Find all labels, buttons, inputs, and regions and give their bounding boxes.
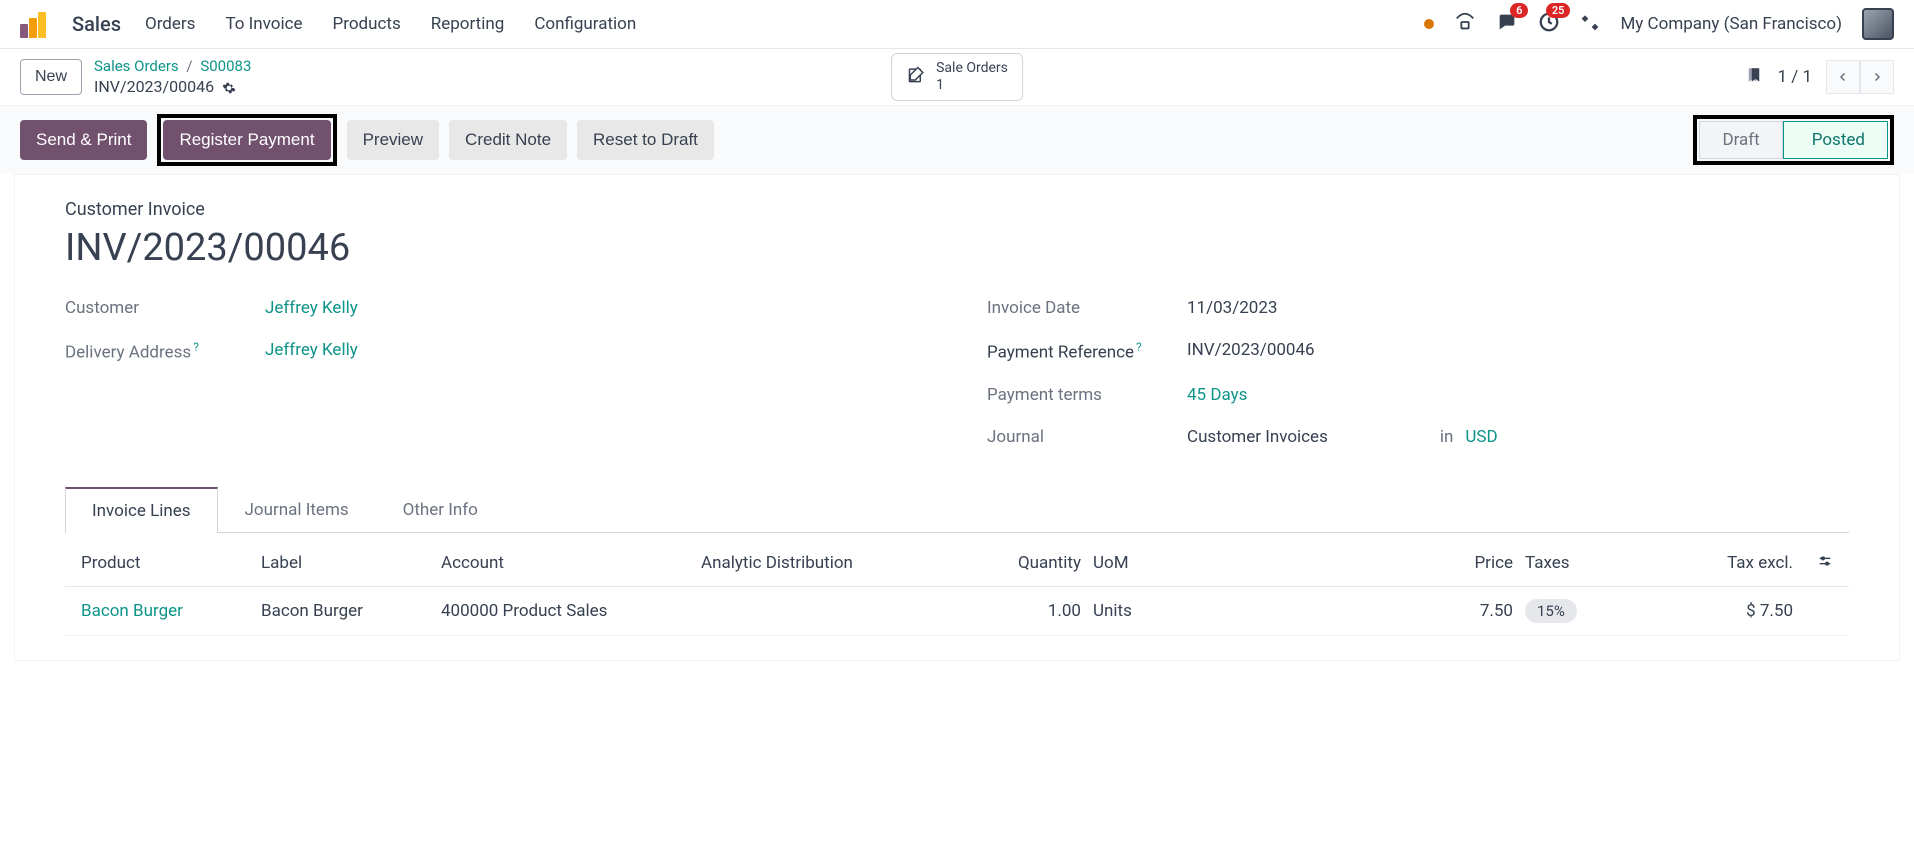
doc-title: INV/2023/00046 <box>65 226 1849 270</box>
phone-icon[interactable] <box>1454 11 1476 37</box>
breadcrumb-sep: / <box>186 57 192 75</box>
edit-icon <box>906 65 926 89</box>
messages-badge: 6 <box>1510 3 1528 18</box>
tab-other-info[interactable]: Other Info <box>376 487 505 533</box>
invoice-date-value[interactable]: 11/03/2023 <box>1187 298 1277 318</box>
payment-terms-label: Payment terms <box>987 385 1187 405</box>
messages-icon[interactable]: 6 <box>1496 11 1518 37</box>
breadcrumb: Sales Orders / S00083 INV/2023/00046 <box>94 57 251 97</box>
table-header: Product Label Account Analytic Distribut… <box>65 541 1849 587</box>
delivery-value[interactable]: Jeffrey Kelly <box>265 340 358 363</box>
cell-product[interactable]: Bacon Burger <box>81 601 261 621</box>
th-product[interactable]: Product <box>81 553 261 574</box>
breadcrumb-order[interactable]: S00083 <box>200 57 251 75</box>
invoice-date-label: Invoice Date <box>987 298 1187 318</box>
action-bar: Send & Print Register Payment Preview Cr… <box>0 105 1914 174</box>
invoice-lines-table: Product Label Account Analytic Distribut… <box>65 541 1849 636</box>
tab-journal-items[interactable]: Journal Items <box>218 487 376 533</box>
menu-reporting[interactable]: Reporting <box>431 14 505 34</box>
register-payment-button[interactable]: Register Payment <box>163 120 330 160</box>
th-quantity[interactable]: Quantity <box>961 553 1081 574</box>
cell-uom[interactable]: Units <box>1081 601 1201 621</box>
send-print-button[interactable]: Send & Print <box>20 120 147 160</box>
journal-value[interactable]: Customer Invoices <box>1187 427 1328 447</box>
status-posted[interactable]: Posted <box>1783 121 1888 159</box>
th-account[interactable]: Account <box>441 553 701 574</box>
form-content: Customer Invoice INV/2023/00046 Customer… <box>14 174 1900 661</box>
columns-settings-icon[interactable] <box>1793 553 1833 574</box>
cell-label[interactable]: Bacon Burger <box>261 601 441 621</box>
info-col-left: Customer Jeffrey Kelly Delivery Address?… <box>65 298 927 447</box>
pager-text[interactable]: 1 / 1 <box>1777 67 1812 87</box>
breadcrumb-root[interactable]: Sales Orders <box>94 57 179 75</box>
tabs: Invoice Lines Journal Items Other Info <box>65 487 1849 533</box>
app-name[interactable]: Sales <box>72 12 121 36</box>
company-selector[interactable]: My Company (San Francisco) <box>1620 14 1842 34</box>
cell-quantity[interactable]: 1.00 <box>961 601 1081 621</box>
status-dot-icon[interactable] <box>1424 19 1434 29</box>
cell-taxes[interactable]: 15% <box>1513 601 1613 621</box>
credit-note-button[interactable]: Credit Note <box>449 120 567 160</box>
customer-value[interactable]: Jeffrey Kelly <box>265 298 358 318</box>
menu-products[interactable]: Products <box>333 14 401 34</box>
sale-orders-smart-button[interactable]: Sale Orders 1 <box>891 53 1023 101</box>
delivery-label: Delivery Address? <box>65 340 265 363</box>
preview-button[interactable]: Preview <box>347 120 439 160</box>
top-nav: Sales Orders To Invoice Products Reporti… <box>0 0 1914 49</box>
journal-label: Journal <box>987 427 1187 447</box>
pager-next-button[interactable] <box>1860 60 1894 94</box>
menu-to-invoice[interactable]: To Invoice <box>225 14 302 34</box>
help-icon[interactable]: ? <box>193 340 199 354</box>
reset-draft-button[interactable]: Reset to Draft <box>577 120 714 160</box>
info-col-right: Invoice Date 11/03/2023 Payment Referenc… <box>987 298 1849 447</box>
menu-configuration[interactable]: Configuration <box>534 14 636 34</box>
customer-label: Customer <box>65 298 265 318</box>
payment-ref-label-text: Payment Reference <box>987 343 1134 363</box>
table-row[interactable]: Bacon Burger Bacon Burger 400000 Product… <box>65 587 1849 636</box>
help-icon[interactable]: ? <box>1136 340 1142 354</box>
top-right-tray: 6 25 My Company (San Francisco) <box>1424 8 1894 40</box>
user-avatar[interactable] <box>1862 8 1894 40</box>
activities-icon[interactable]: 25 <box>1538 11 1560 37</box>
th-taxes[interactable]: Taxes <box>1513 553 1613 574</box>
sub-header: New Sales Orders / S00083 INV/2023/00046… <box>0 49 1914 105</box>
th-uom[interactable]: UoM <box>1081 553 1201 574</box>
journal-currency[interactable]: USD <box>1465 427 1497 447</box>
cell-analytic[interactable] <box>701 601 961 621</box>
menu-orders[interactable]: Orders <box>145 14 195 34</box>
tax-pill[interactable]: 15% <box>1525 599 1577 623</box>
cell-account[interactable]: 400000 Product Sales <box>441 601 701 621</box>
th-analytic[interactable]: Analytic Distribution <box>701 553 961 574</box>
journal-in: in <box>1440 427 1454 447</box>
tab-invoice-lines[interactable]: Invoice Lines <box>65 487 218 533</box>
status-draft[interactable]: Draft <box>1699 121 1782 159</box>
smart-button-title: Sale Orders <box>936 60 1008 77</box>
status-bar: Draft Posted <box>1693 119 1894 161</box>
gear-icon[interactable] <box>222 80 236 94</box>
new-button[interactable]: New <box>20 59 82 95</box>
payment-ref-value[interactable]: INV/2023/00046 <box>1187 340 1315 363</box>
pager-prev-button[interactable] <box>1826 60 1860 94</box>
activities-badge: 25 <box>1546 3 1571 18</box>
payment-terms-value[interactable]: 45 Days <box>1187 385 1247 405</box>
cell-price[interactable]: 7.50 <box>1201 601 1513 621</box>
bookmark-icon[interactable] <box>1745 64 1763 90</box>
cell-settings <box>1793 601 1833 621</box>
th-taxexcl[interactable]: Tax excl. <box>1613 553 1793 574</box>
info-grid: Customer Jeffrey Kelly Delivery Address?… <box>65 298 1849 447</box>
journal-value-wrap: Customer Invoices in USD <box>1187 427 1498 447</box>
payment-ref-label: Payment Reference? <box>987 340 1187 363</box>
th-label[interactable]: Label <box>261 553 441 574</box>
breadcrumb-record: INV/2023/00046 <box>94 77 214 98</box>
cell-taxexcl: $ 7.50 <box>1613 601 1793 621</box>
app-logo-icon[interactable] <box>20 10 48 38</box>
main-menu: Orders To Invoice Products Reporting Con… <box>145 14 636 34</box>
smart-button-count: 1 <box>936 77 1008 94</box>
delivery-label-text: Delivery Address <box>65 343 191 363</box>
tools-icon[interactable] <box>1580 12 1600 36</box>
th-price[interactable]: Price <box>1201 553 1513 574</box>
doc-type-label: Customer Invoice <box>65 199 1849 220</box>
